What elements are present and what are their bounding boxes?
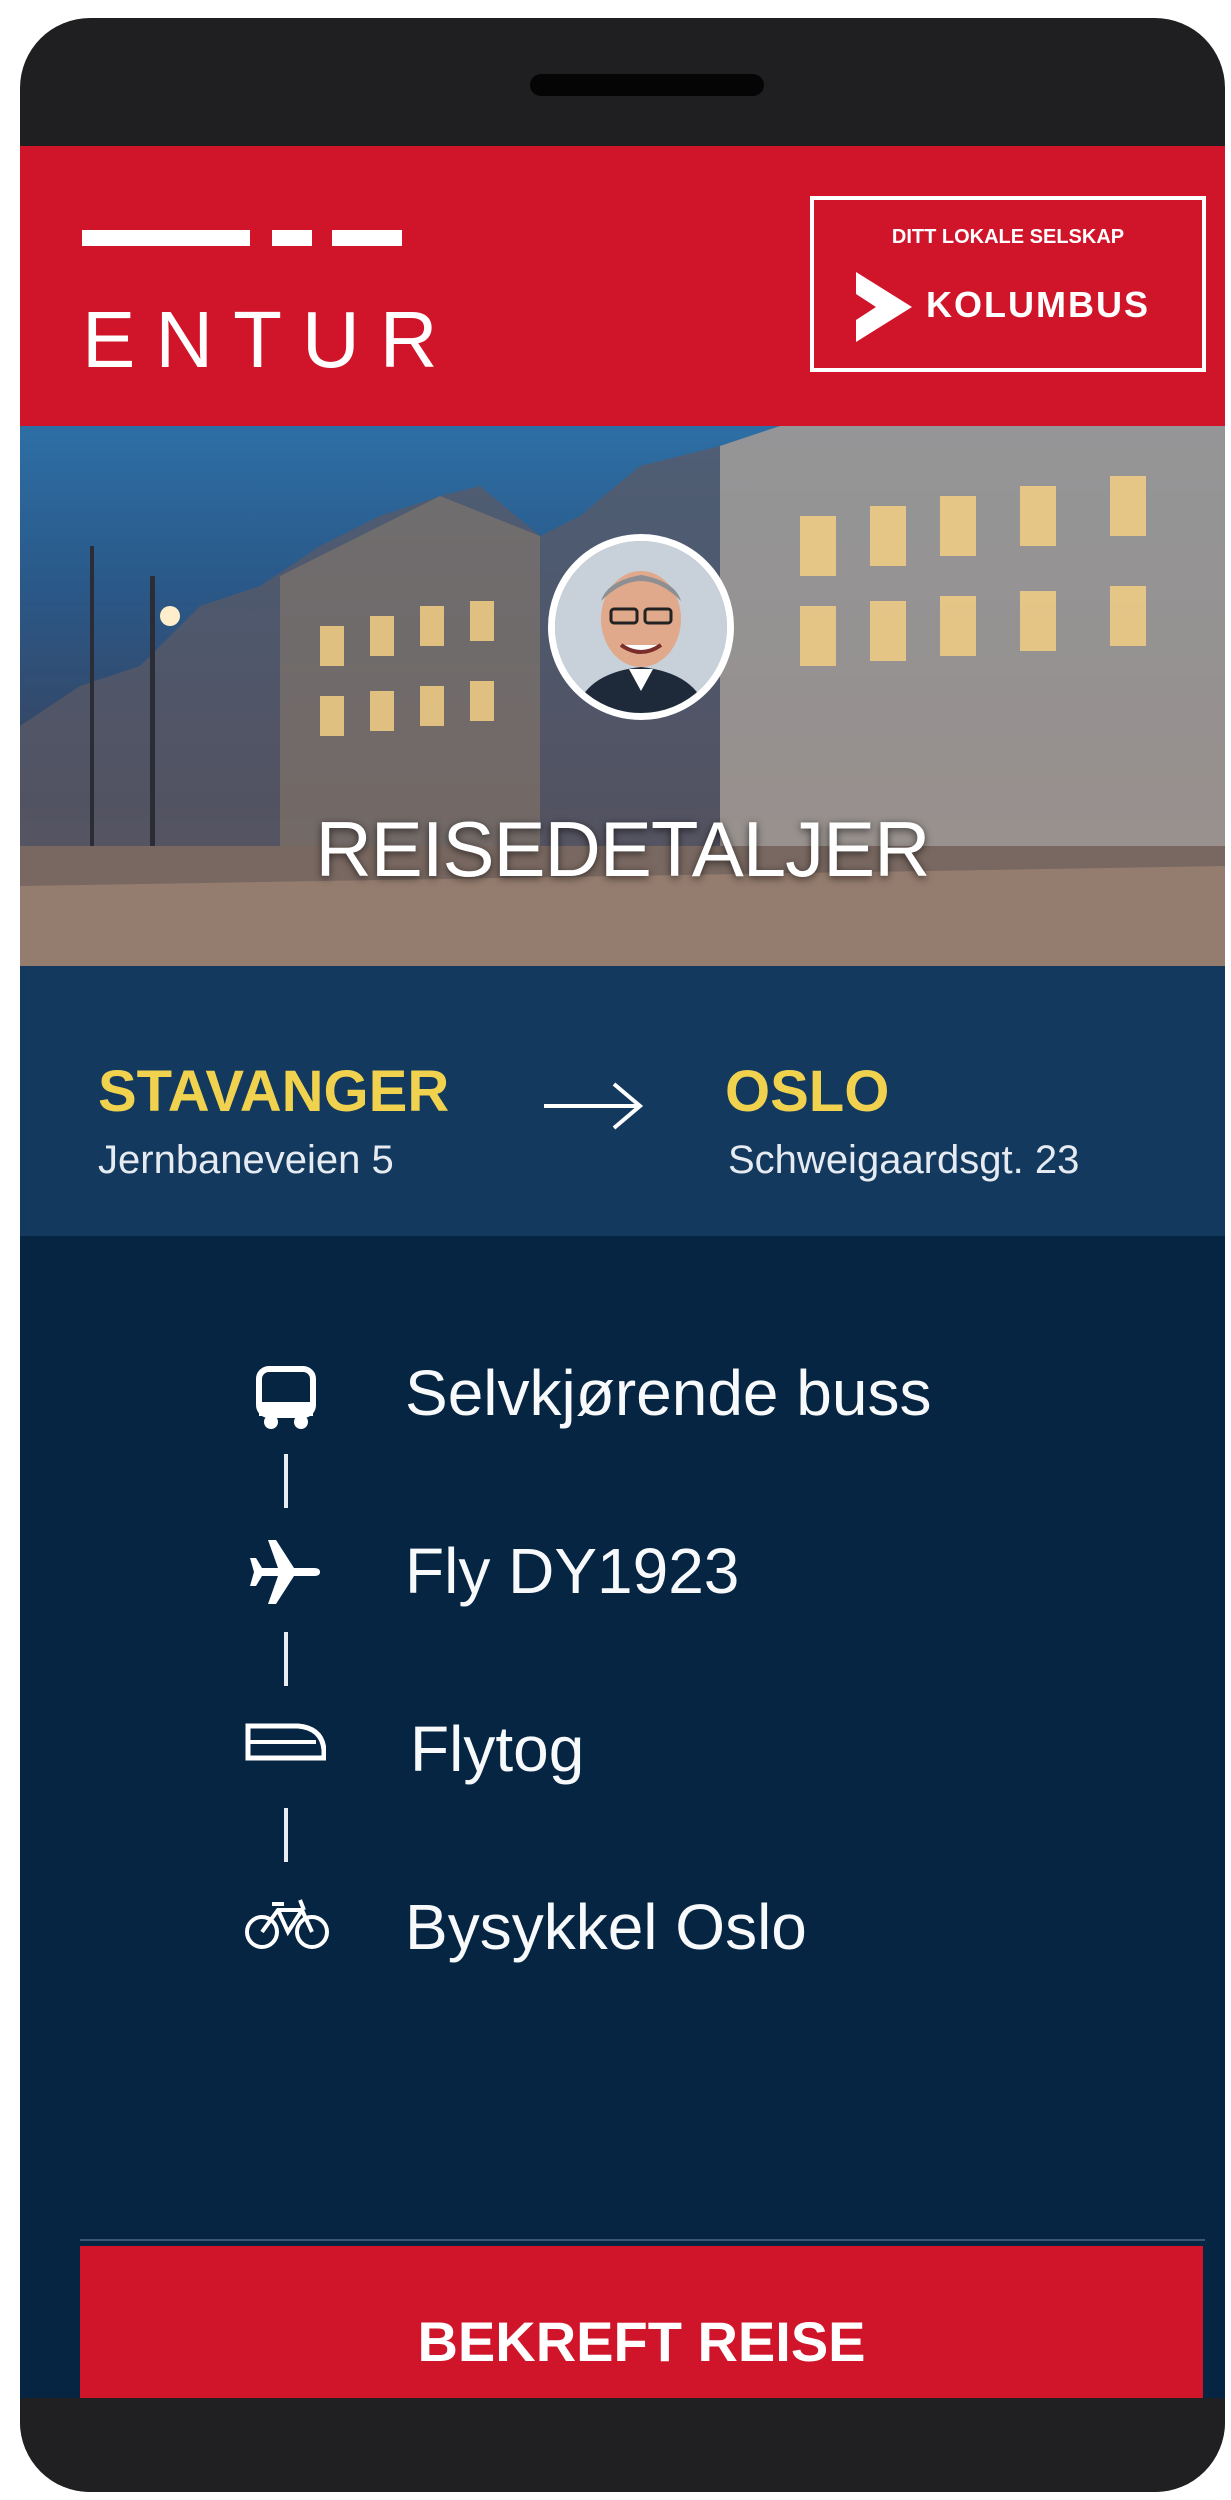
origin-address: Jernbaneveien 5: [98, 1138, 394, 1182]
entur-logo-text: ENTUR: [82, 295, 458, 384]
person-portrait: [555, 541, 727, 713]
journey-legs: Selvkjørende buss Fly DY1923 Flytog Bysy…: [20, 1236, 1225, 2398]
user-avatar[interactable]: [548, 534, 734, 720]
destination-city: OSLO: [725, 1059, 890, 1124]
phone-speaker: [530, 74, 764, 96]
hero-banner: REISEDETALJER: [20, 426, 1225, 966]
kolumbus-badge[interactable]: DITT LOKALE SELSKAP KOLUMBUS: [810, 196, 1206, 372]
page-title: REISEDETALJER: [315, 805, 930, 893]
app-screen: ENTUR DITT LOKALE SELSKAP KOLUMBUS REISE…: [20, 146, 1225, 2398]
origin-city: STAVANGER: [98, 1059, 450, 1124]
partner-tagline: DITT LOKALE SELSKAP: [891, 226, 1125, 248]
phone-frame: ENTUR DITT LOKALE SELSKAP KOLUMBUS REISE…: [20, 18, 1225, 2492]
cta-area: BEKREFT REISE: [20, 1236, 1225, 2398]
kolumbus-chevron-icon: [856, 272, 912, 342]
phone-bottom-bezel: [20, 2398, 1225, 2492]
destination-address: Schweigaardsgt. 23: [728, 1138, 1080, 1182]
partner-name: KOLUMBUS: [926, 284, 1150, 325]
app-header: ENTUR DITT LOKALE SELSKAP KOLUMBUS: [20, 146, 1225, 426]
confirm-trip-button[interactable]: BEKREFT REISE: [80, 2246, 1203, 2398]
arrow-right-icon: [544, 1082, 644, 1130]
route-summary: STAVANGER Jernbaneveien 5 OSLO Schweigaa…: [20, 966, 1225, 1236]
